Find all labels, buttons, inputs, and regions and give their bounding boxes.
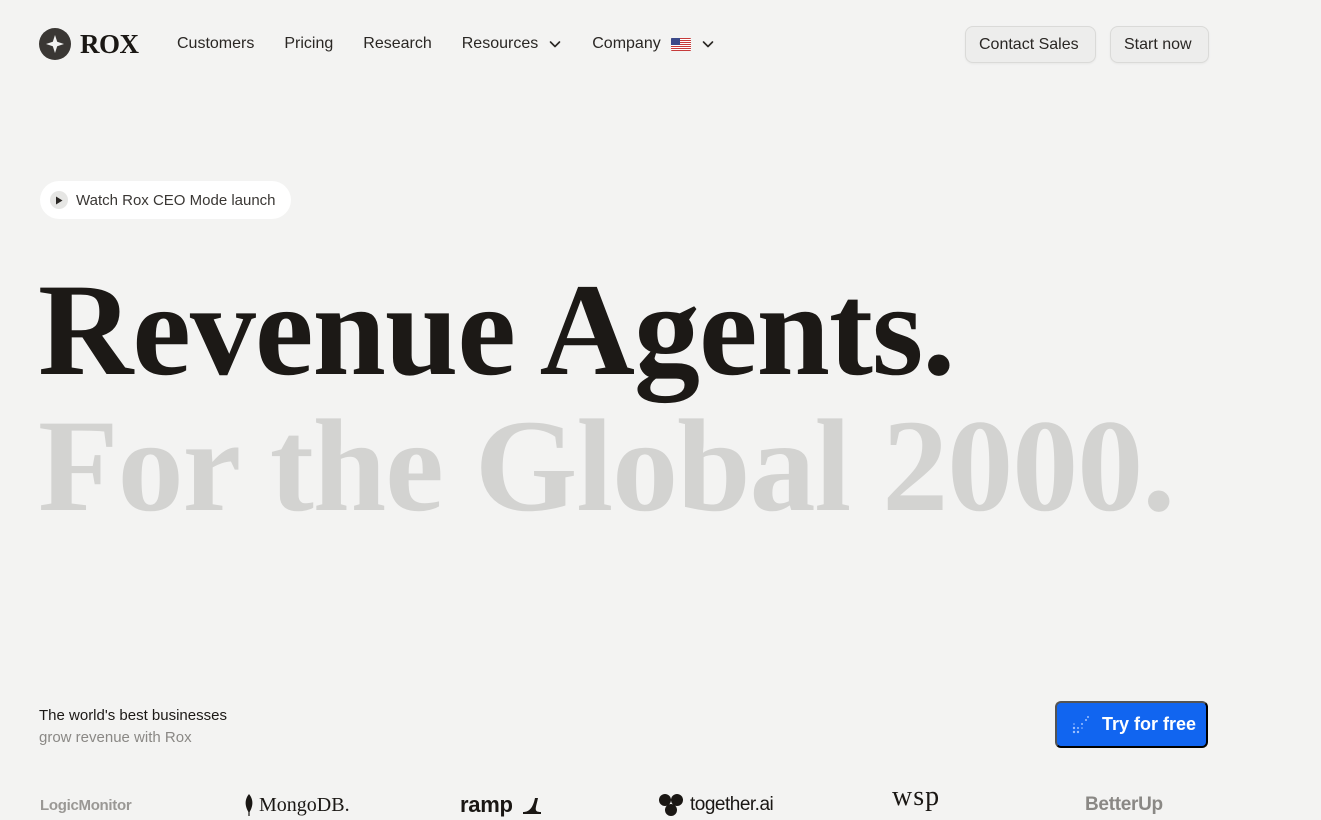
nav-link-label: Resources: [461, 35, 539, 52]
logo-together-ai: together.ai: [658, 790, 774, 820]
logo-label: BetterUp: [1085, 794, 1163, 815]
logo-label: together.ai: [690, 794, 774, 815]
us-flag-icon: [670, 37, 691, 51]
watch-launch-link[interactable]: Watch Rox CEO Mode launch: [40, 181, 291, 219]
nav-link-label: Pricing: [284, 35, 334, 52]
logo-label: ramp: [460, 792, 513, 817]
nav-link-label: Customers: [177, 35, 255, 52]
logo-mongodb: MongoDB.: [243, 790, 350, 820]
watch-launch-label: Watch Rox CEO Mode launch: [76, 191, 276, 209]
logo-label: LogicMonitor: [40, 796, 132, 814]
brand-name: ROX: [80, 28, 139, 59]
tagline-line-1: The world's best businesses: [39, 707, 227, 724]
hero-headline-primary: Revenue Agents.: [38, 256, 955, 403]
nav-link-research[interactable]: Research: [363, 35, 431, 53]
chevron-down-icon: [702, 41, 714, 48]
nav-link-pricing[interactable]: Pricing: [284, 35, 333, 53]
logo-wsp: wsp: [892, 781, 941, 812]
logo-label: MongoDB.: [259, 793, 350, 816]
together-mark-icon: [659, 794, 683, 816]
nav-link-label: Company: [592, 35, 661, 52]
tagline: The world's best businesses grow revenue…: [39, 705, 227, 749]
page: ROX Customers Pricing Research Resources…: [0, 0, 1321, 820]
nav-link-customers[interactable]: Customers: [177, 35, 254, 53]
logo-betterup: BetterUp: [1085, 790, 1163, 820]
nav-link-company[interactable]: Company: [592, 35, 714, 53]
top-nav: ROX Customers Pricing Research Resources…: [0, 0, 1321, 88]
nav-links: Customers Pricing Research Resources Com…: [177, 32, 745, 56]
play-icon: [50, 191, 68, 209]
leaf-icon: [245, 794, 253, 816]
nav-link-resources[interactable]: Resources: [462, 35, 562, 53]
tagline-line-2: grow revenue with Rox: [39, 729, 192, 746]
customer-logos: LogicMonitor MongoDB. ramp together.ai w: [0, 781, 1321, 820]
nav-link-label: Research: [363, 35, 432, 52]
compass-star-icon: [39, 28, 71, 60]
logo-ramp: ramp: [460, 790, 543, 820]
logo-logicmonitor: LogicMonitor: [40, 790, 132, 820]
try-for-free-button[interactable]: Try for free: [1055, 701, 1208, 748]
logo-label: wsp: [892, 781, 941, 812]
contact-sales-button[interactable]: Contact Sales: [965, 26, 1096, 63]
try-for-free-label: Try for free: [1102, 714, 1197, 734]
start-now-button[interactable]: Start now: [1110, 26, 1209, 63]
ramp-mark-icon: [522, 798, 541, 814]
rox-logo[interactable]: ROX: [39, 28, 139, 60]
hero-headline-secondary: For the Global 2000.: [38, 392, 1175, 539]
chevron-down-icon: [549, 41, 561, 48]
sparkle-grid-icon: [1072, 715, 1089, 733]
